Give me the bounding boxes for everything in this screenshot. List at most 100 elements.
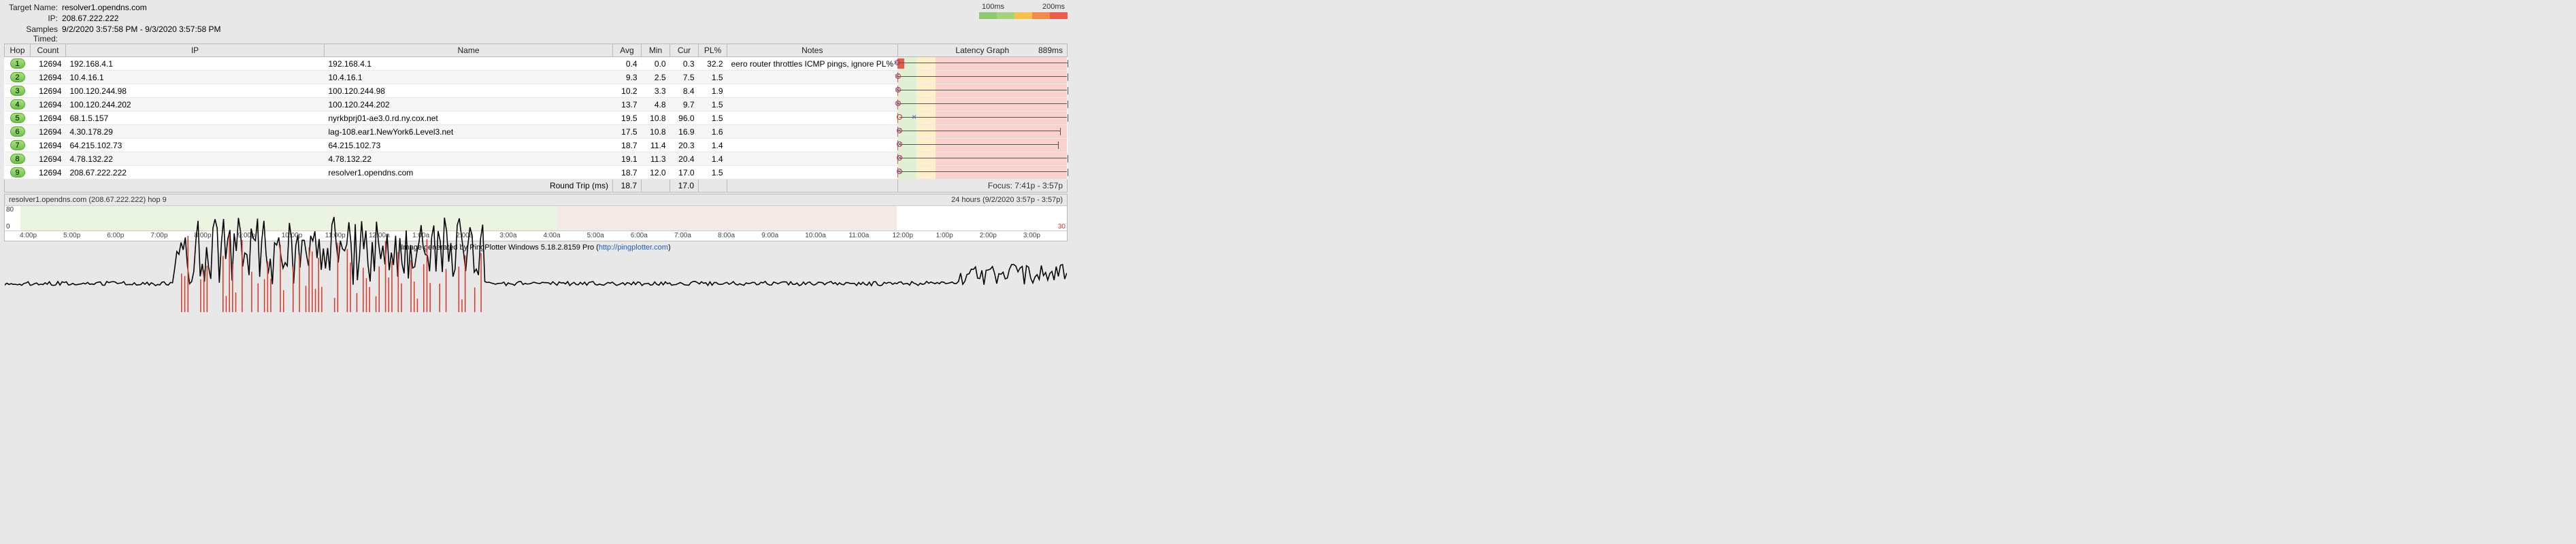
table-row[interactable]: 912694208.67.222.222resolver1.opendns.co…: [5, 166, 1068, 180]
hop-pill: 8: [10, 154, 25, 164]
latency-graph-cell: ×: [897, 112, 1067, 125]
table-row[interactable]: 71269464.215.102.7364.215.102.7318.711.4…: [5, 139, 1068, 152]
hop-pill: 5: [10, 113, 25, 123]
timeline-title-left: resolver1.opendns.com (208.67.222.222) h…: [9, 196, 167, 204]
latency-graph-cell: ×: [897, 84, 1067, 98]
cell-name: 64.215.102.73: [325, 139, 613, 152]
cell-notes: [727, 71, 898, 84]
hop-pill: 6: [10, 126, 25, 137]
table-row[interactable]: 21269410.4.16.110.4.16.19.32.57.51.5×: [5, 71, 1068, 84]
latency-color-legend: 100ms 200ms: [979, 3, 1068, 20]
cell-ip: 10.4.16.1: [66, 71, 325, 84]
cell-pl: 32.2: [699, 57, 727, 71]
cell-name: 100.120.244.202: [325, 98, 613, 112]
table-row[interactable]: 112694192.168.4.1192.168.4.10.40.00.332.…: [5, 57, 1068, 71]
cell-pl: 1.5: [699, 98, 727, 112]
target-name-label: Target Name:: [4, 3, 62, 12]
cell-avg: 9.3: [613, 71, 642, 84]
cell-name: 192.168.4.1: [325, 57, 613, 71]
col-notes[interactable]: Notes: [727, 44, 898, 57]
col-count[interactable]: Count: [31, 44, 66, 57]
hop-pill: 7: [10, 140, 25, 150]
cell-name: 4.78.132.22: [325, 152, 613, 166]
cell-cur: 96.0: [670, 112, 699, 125]
col-cur[interactable]: Cur: [670, 44, 699, 57]
latency-graph-cell: ×: [897, 166, 1067, 180]
cell-min: 4.8: [642, 98, 670, 112]
col-min[interactable]: Min: [642, 44, 670, 57]
cell-min: 2.5: [642, 71, 670, 84]
cell-cur: 17.0: [670, 166, 699, 180]
cell-cur: 9.7: [670, 98, 699, 112]
cell-ip: 100.120.244.98: [66, 84, 325, 98]
cell-pl: 1.9: [699, 84, 727, 98]
cell-pl: 1.5: [699, 71, 727, 84]
cell-count: 12694: [31, 166, 66, 180]
roundtrip-cur: 17.0: [670, 180, 699, 192]
latency-cur-marker: ×: [895, 99, 904, 107]
latency-cur-marker: ×: [895, 72, 903, 80]
cell-name: nyrkbprj01-ae3.0.rd.ny.cox.net: [325, 112, 613, 125]
hop-pill: 9: [10, 167, 25, 177]
latency-cur-marker: ×: [897, 140, 906, 148]
samples-label: Samples Timed:: [4, 24, 62, 44]
cell-count: 12694: [31, 98, 66, 112]
cell-pl: 1.5: [699, 112, 727, 125]
focus-label: Focus: 7:41p - 3:57p: [897, 180, 1067, 192]
ip-value: 208.67.222.222: [62, 14, 1068, 23]
cell-name: 10.4.16.1: [325, 71, 613, 84]
cell-avg: 18.7: [613, 139, 642, 152]
latency-graph-cell: ×: [897, 71, 1067, 84]
latency-graph-cell: ×: [897, 139, 1067, 152]
cell-count: 12694: [31, 139, 66, 152]
cell-count: 12694: [31, 57, 66, 71]
cell-notes: [727, 166, 898, 180]
col-avg[interactable]: Avg: [613, 44, 642, 57]
cell-pl: 1.4: [699, 152, 727, 166]
cell-ip: 4.78.132.22: [66, 152, 325, 166]
cell-count: 12694: [31, 112, 66, 125]
hops-table: Hop Count IP Name Avg Min Cur PL% Notes …: [4, 44, 1068, 192]
roundtrip-label: Round Trip (ms): [5, 180, 613, 192]
ip-label: IP:: [4, 14, 62, 23]
cell-cur: 8.4: [670, 84, 699, 98]
cell-avg: 17.5: [613, 125, 642, 139]
cell-cur: 0.3: [670, 57, 699, 71]
table-row[interactable]: 8126944.78.132.224.78.132.2219.111.320.4…: [5, 152, 1068, 166]
cell-notes: [727, 84, 898, 98]
col-ip[interactable]: IP: [66, 44, 325, 57]
col-hop[interactable]: Hop: [5, 44, 31, 57]
latency-graph-cell: ×: [897, 57, 1067, 71]
cell-cur: 20.3: [670, 139, 699, 152]
cell-avg: 19.1: [613, 152, 642, 166]
latency-cur-marker: ×: [912, 113, 920, 121]
table-row[interactable]: 51269468.1.5.157nyrkbprj01-ae3.0.rd.ny.c…: [5, 112, 1068, 125]
cell-cur: 20.4: [670, 152, 699, 166]
col-name[interactable]: Name: [325, 44, 613, 57]
cell-cur: 16.9: [670, 125, 699, 139]
roundtrip-avg: 18.7: [613, 180, 642, 192]
table-row[interactable]: 6126944.30.178.29lag-108.ear1.NewYork6.L…: [5, 125, 1068, 139]
table-row[interactable]: 412694100.120.244.202100.120.244.20213.7…: [5, 98, 1068, 112]
col-pl[interactable]: PL%: [699, 44, 727, 57]
cell-notes: [727, 125, 898, 139]
cell-avg: 18.7: [613, 166, 642, 180]
cell-pl: 1.5: [699, 166, 727, 180]
col-latency[interactable]: Latency Graph 889ms: [897, 44, 1067, 57]
cell-min: 11.4: [642, 139, 670, 152]
timeline-title-right: 24 hours (9/2/2020 3:57p - 3:57p): [951, 196, 1063, 204]
hop-pill: 4: [10, 99, 25, 109]
cell-notes: [727, 98, 898, 112]
latency-min-marker: [897, 114, 902, 120]
timeline-chart[interactable]: resolver1.opendns.com (208.67.222.222) h…: [4, 194, 1068, 241]
cell-avg: 13.7: [613, 98, 642, 112]
cell-notes: [727, 152, 898, 166]
cell-name: lag-108.ear1.NewYork6.Level3.net: [325, 125, 613, 139]
legend-tick-100: 100ms: [982, 3, 1004, 11]
cell-min: 10.8: [642, 112, 670, 125]
latency-max-label: 889ms: [1038, 46, 1063, 55]
latency-cur-marker: ×: [897, 126, 905, 135]
cell-min: 11.3: [642, 152, 670, 166]
table-row[interactable]: 312694100.120.244.98100.120.244.9810.23.…: [5, 84, 1068, 98]
cell-count: 12694: [31, 125, 66, 139]
